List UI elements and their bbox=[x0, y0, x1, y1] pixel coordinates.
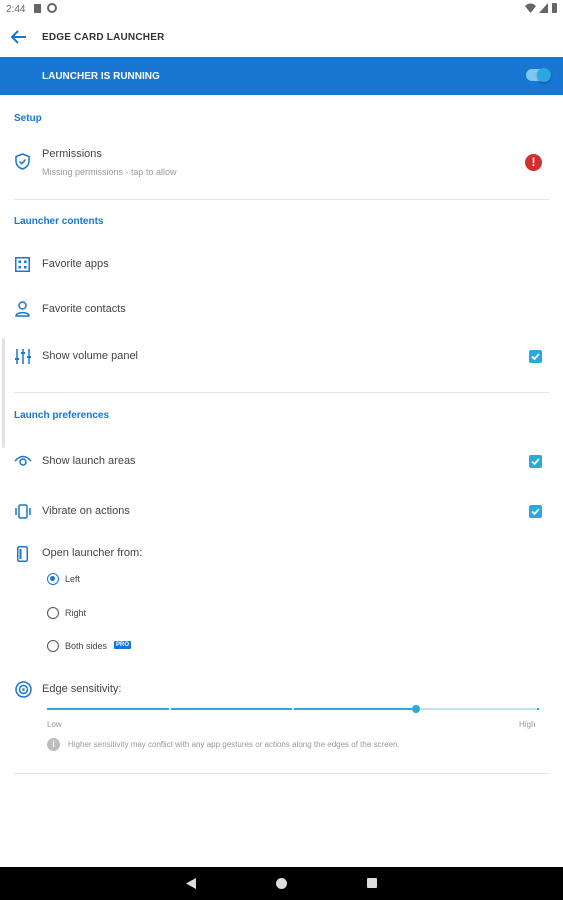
section-setup: Setup bbox=[14, 113, 42, 124]
radio-left-label: Left bbox=[65, 574, 81, 584]
divider bbox=[14, 773, 549, 774]
app-bar: EDGE CARD LAUNCHER bbox=[0, 20, 563, 56]
nav-back-icon[interactable] bbox=[186, 878, 196, 889]
battery-icon bbox=[552, 3, 557, 13]
slider-tick bbox=[169, 708, 171, 710]
show-launch-areas-label: Show launch areas bbox=[42, 455, 136, 467]
radio-right[interactable] bbox=[47, 607, 59, 619]
permissions-subtitle: Missing permissions - tap to allow bbox=[42, 167, 177, 177]
signal-icon bbox=[539, 3, 548, 13]
vibrate-checkbox[interactable] bbox=[529, 505, 542, 518]
section-launch-preferences: Launch preferences bbox=[14, 410, 110, 421]
target-icon bbox=[15, 681, 32, 698]
sliders-icon bbox=[15, 349, 31, 364]
edge-sensitivity-slider[interactable] bbox=[47, 704, 539, 714]
section-launcher-contents: Launcher contents bbox=[14, 216, 104, 227]
launcher-toggle[interactable] bbox=[526, 68, 551, 82]
banner-label: LAUNCHER IS RUNNING bbox=[42, 71, 160, 82]
shield-icon bbox=[15, 153, 30, 170]
show-volume-panel-row[interactable]: Show volume panel bbox=[0, 342, 563, 372]
info-icon: i bbox=[47, 738, 60, 751]
favorite-apps-label: Favorite apps bbox=[42, 258, 109, 270]
open-launcher-from-label: Open launcher from: bbox=[42, 547, 143, 559]
launcher-running-banner[interactable]: LAUNCHER IS RUNNING bbox=[0, 57, 563, 95]
favorite-apps-row[interactable]: Favorite apps bbox=[0, 250, 563, 280]
sync-icon bbox=[47, 3, 57, 13]
show-volume-panel-label: Show volume panel bbox=[42, 350, 139, 362]
edge-sensitivity-label: Edge sensitivity: bbox=[42, 683, 122, 695]
grid-icon bbox=[15, 257, 30, 272]
slider-low-label: Low bbox=[47, 720, 62, 729]
page-title: EDGE CARD LAUNCHER bbox=[42, 32, 165, 43]
vibrate-on-actions-label: Vibrate on actions bbox=[42, 505, 130, 517]
toggle-knob bbox=[537, 68, 551, 82]
favorite-contacts-label: Favorite contacts bbox=[42, 303, 126, 315]
favorite-contacts-row[interactable]: Favorite contacts bbox=[0, 295, 563, 325]
slider-high-label: High bbox=[519, 720, 536, 729]
radio-right-option[interactable]: Right bbox=[46, 606, 166, 622]
slider-fill bbox=[47, 708, 416, 710]
pro-badge: PRO bbox=[114, 641, 132, 649]
show-launch-areas-row[interactable]: Show launch areas bbox=[0, 447, 563, 477]
vibrate-icon bbox=[14, 504, 32, 519]
nav-recents-icon[interactable] bbox=[367, 878, 377, 888]
slider-tick bbox=[292, 708, 294, 710]
wifi-icon bbox=[525, 3, 536, 13]
slider-thumb[interactable] bbox=[412, 705, 420, 713]
permissions-title: Permissions bbox=[42, 148, 102, 160]
radio-both-label: Both sides bbox=[65, 641, 108, 651]
person-icon bbox=[15, 301, 30, 317]
sensitivity-note: Higher sensitivity may conflict with any… bbox=[68, 740, 400, 749]
notification-icon bbox=[34, 4, 41, 13]
back-arrow-icon[interactable] bbox=[11, 30, 27, 44]
nav-home-icon[interactable] bbox=[276, 878, 287, 889]
radio-both-option[interactable]: Both sides PRO bbox=[46, 639, 166, 655]
eye-icon bbox=[14, 455, 32, 467]
slider-tick bbox=[537, 708, 539, 710]
phone-icon bbox=[17, 546, 28, 562]
status-time: 2:44 bbox=[6, 4, 26, 15]
radio-left[interactable] bbox=[47, 573, 59, 585]
permissions-row[interactable]: Permissions Missing permissions - tap to… bbox=[0, 140, 563, 190]
volume-panel-checkbox[interactable] bbox=[529, 350, 542, 363]
vibrate-on-actions-row[interactable]: Vibrate on actions bbox=[0, 497, 563, 527]
navigation-bar bbox=[0, 867, 563, 900]
status-bar: 2:44 bbox=[0, 0, 563, 20]
radio-right-label: Right bbox=[65, 608, 87, 618]
launch-areas-checkbox[interactable] bbox=[529, 455, 542, 468]
radio-left-option[interactable]: Left bbox=[46, 572, 166, 588]
edge-sensitivity-group: Edge sensitivity: Low High i Higher sens… bbox=[0, 676, 563, 756]
scrollbar[interactable] bbox=[2, 338, 5, 448]
divider bbox=[14, 199, 549, 200]
divider bbox=[14, 392, 549, 393]
radio-both[interactable] bbox=[47, 640, 59, 652]
open-launcher-from-group: Open launcher from: Left Right Both side… bbox=[0, 540, 563, 660]
error-icon: ! bbox=[525, 154, 542, 171]
